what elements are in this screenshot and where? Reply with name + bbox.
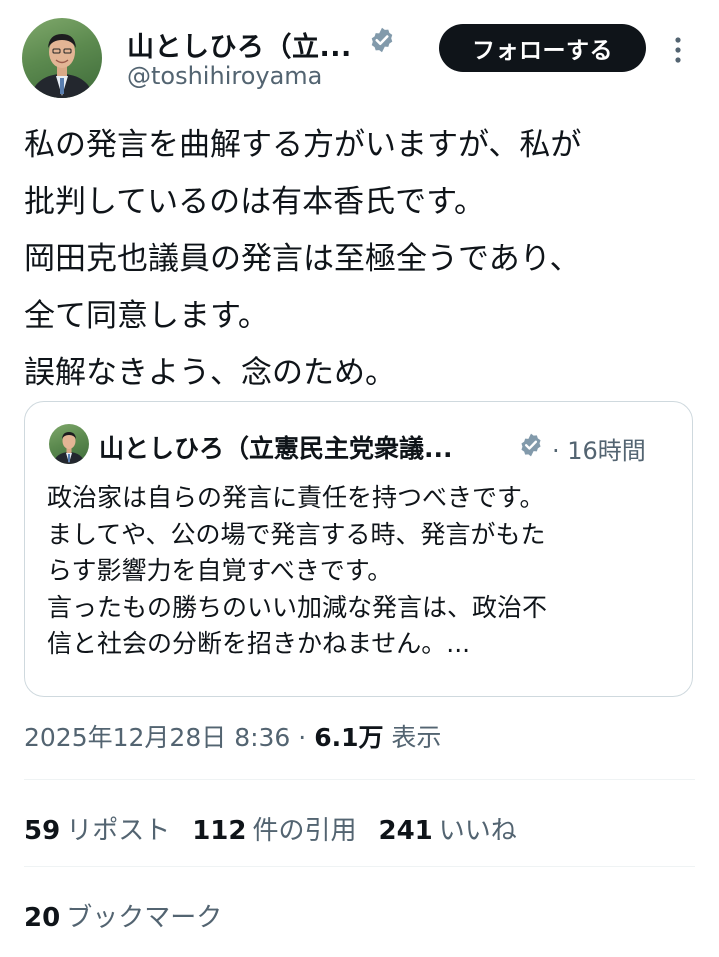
quotes-label: 件の引用	[252, 816, 357, 846]
quoted-line: 言ったもの勝ちのいい加減な発言は、政治不	[47, 592, 548, 622]
quotes-count: 112	[192, 816, 247, 846]
person-photo-icon	[54, 432, 84, 464]
more-vertical-icon[interactable]	[666, 30, 690, 70]
reposts-stat[interactable]: 59 リポスト	[24, 816, 192, 846]
tweet-line: 全て同意します。	[24, 298, 269, 334]
tweet-line: 誤解なきよう、念のため。	[24, 355, 396, 391]
quoted-author-avatar	[49, 424, 89, 464]
bookmarks-label: ブックマーク	[66, 903, 223, 933]
tweet-line: 私の発言を曲解する方がいますが、私が	[24, 127, 582, 163]
bookmarks-stat[interactable]: 20 ブックマーク	[24, 897, 222, 934]
tweet-header: 山としひろ（立... @toshihiroyama フォローする	[0, 0, 719, 110]
likes-count: 241	[378, 816, 433, 846]
verified-badge-icon	[371, 27, 393, 53]
quoted-timestamp: · 16時間	[552, 437, 646, 465]
tweet-line: 岡田克也議員の発言は至極全うであり、	[24, 241, 581, 277]
bookmarks-count: 20	[24, 903, 61, 933]
author-avatar[interactable]	[22, 18, 102, 98]
author-display-name[interactable]: 山としひろ（立...	[127, 25, 352, 64]
tweet-meta: 2025年12月28日 8:36 · 6.1万 表示	[24, 718, 441, 754]
quoted-line: 政治家は自らの発言に責任を持つべきです。	[47, 483, 545, 512]
quoted-tweet-card[interactable]: 山としひろ（立憲民主党衆議... · 16時間 政治家は自らの発言に責任を持つべ…	[24, 401, 693, 697]
quoted-tweet-body: 政治家は自らの発言に責任を持つべきです。 ましてや、公の場で発言する時、発言がも…	[47, 480, 677, 663]
person-photo-icon	[32, 34, 92, 98]
follow-button[interactable]: フォローする	[439, 24, 646, 72]
views-count: 6.1万	[314, 723, 384, 752]
verified-badge-icon	[521, 433, 541, 457]
likes-label: いいね	[438, 816, 517, 846]
divider	[24, 866, 695, 867]
engagement-stats: 59 リポスト 112 件の引用 241 いいね	[24, 810, 539, 847]
likes-stat[interactable]: 241 いいね	[379, 816, 539, 846]
reposts-count: 59	[24, 816, 61, 846]
tweet-body: 私の発言を曲解する方がいますが、私が 批判しているのは有本香氏です。 岡田克也議…	[24, 117, 704, 402]
tweet-line: 批判しているのは有本香氏です。	[24, 184, 485, 220]
quotes-stat[interactable]: 112 件の引用	[192, 816, 378, 846]
quoted-line: 信と社会の分断を招きかねません。...	[47, 629, 471, 658]
views-label: 表示	[383, 723, 442, 752]
divider	[24, 779, 695, 780]
quoted-line: らす影響力を自覚すべきです。	[47, 556, 393, 585]
quoted-line: ましてや、公の場で発言する時、発言がもた	[47, 519, 546, 549]
tweet-timestamp[interactable]: 2025年12月28日 8:36 ·	[24, 723, 314, 752]
quoted-author-name: 山としひろ（立憲民主党衆議...	[99, 434, 453, 463]
reposts-label: リポスト	[66, 816, 171, 846]
author-handle[interactable]: @toshihiroyama	[127, 62, 322, 90]
